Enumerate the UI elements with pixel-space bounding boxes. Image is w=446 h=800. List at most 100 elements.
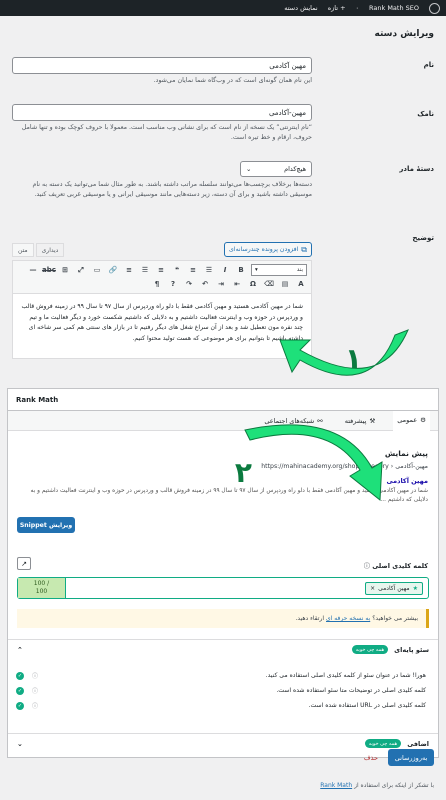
basic-seo-title: سئو پایه‌ای (394, 645, 429, 654)
tab-social[interactable]: ⚯ شبکه‌های اجتماعی (260, 411, 326, 431)
plus-icon: + (340, 4, 346, 12)
basic-seo-badge: همه چی خوبه (351, 645, 389, 654)
delete-link[interactable]: حذف (364, 754, 378, 762)
help-icon[interactable]: ? (167, 278, 179, 290)
remove-icon[interactable]: × (370, 585, 375, 592)
focus-keyword-input[interactable]: ★ مهین آکادمی × 100 / 100 (17, 577, 429, 599)
chevron-down-icon: ⌄ (246, 165, 252, 173)
bold-icon[interactable]: B (235, 264, 247, 276)
focus-keyword-label-text: کلمه کلیدی اصلی (372, 562, 428, 570)
upgrade-notice: بیشتر می خواهید؟ به نسخه حرفه ای ارتقاء … (17, 609, 429, 628)
footer-link[interactable]: Rank Math (320, 782, 352, 789)
align-center-icon[interactable]: ☰ (139, 264, 151, 276)
format-select[interactable]: بند ▾ (251, 264, 307, 276)
redo-icon[interactable]: ↷ (183, 278, 195, 290)
trends-icon[interactable]: ↗ (17, 557, 31, 570)
wordpress-logo-icon[interactable] (429, 2, 440, 14)
check-item: هورا! شما در عنوان سئو از کلمه کلیدی اصل… (16, 671, 426, 680)
tab-general[interactable]: ⚙ عمومی (393, 410, 430, 431)
format-select-value: بند (296, 267, 303, 273)
help-icon[interactable]: ⓘ (32, 701, 38, 710)
link-icon[interactable]: 🔗 (107, 264, 119, 276)
bullet-list-icon[interactable]: ☰ (203, 264, 215, 276)
add-media-button[interactable]: ⧉ افزودن پرونده چندرسانه‌ای (224, 242, 312, 257)
view-category-link[interactable]: نمایش دسته (284, 4, 318, 12)
clear-format-icon[interactable]: ⌫ (263, 278, 275, 290)
tab-advanced[interactable]: ⚒ پیشرفته (341, 411, 380, 431)
outdent-icon[interactable]: ⇤ (231, 278, 243, 290)
editor-content[interactable]: شما در مهین آکادمی هستید و مهین آکادمی ف… (12, 294, 312, 359)
serp-title[interactable]: مهین آکادمی (387, 477, 428, 485)
update-button[interactable]: به‌روزرسانی (388, 749, 434, 766)
toolbar-toggle-icon[interactable]: ⊞ (59, 264, 71, 276)
numbered-list-icon[interactable]: ≡ (187, 264, 199, 276)
preview-title: پیش نمایش (384, 449, 428, 458)
rank-math-header: Rank Math (8, 389, 438, 411)
chevron-down-icon: ▾ (255, 267, 258, 273)
edit-category-page: ویرایش دسته نام مهین آکادمی این نام همان… (0, 16, 446, 800)
admin-bar: Rank Math SEO ۰ + تازه نمایش دسته (0, 0, 446, 16)
check-item: کلمه کلیدی اصلی در URL استفاده شده است. … (16, 701, 426, 710)
page-title: ویرایش دسته (374, 29, 435, 39)
share-icon: ⚯ (317, 416, 323, 425)
basic-seo-section-header[interactable]: سئو پایه‌ای همه چی خوبه ⌃ (8, 639, 438, 659)
site-name-link[interactable]: Rank Math SEO (369, 4, 419, 12)
parent-select-value: هیچ‌کدام (284, 165, 306, 173)
notice-tail: ارتقاء دهید. (295, 615, 325, 622)
seo-score-bottom: 100 (35, 588, 48, 595)
tab-social-label: شبکه‌های اجتماعی (264, 416, 315, 425)
rank-math-title: Rank Math (16, 395, 59, 404)
tab-advanced-label: پیشرفته (344, 416, 367, 425)
new-content-link[interactable]: + تازه (328, 4, 346, 12)
description-editor: ⧉ افزودن پرونده چندرسانه‌ای متن دیداری ب… (12, 226, 312, 359)
special-char-icon[interactable]: Ω (247, 278, 259, 290)
italic-icon[interactable]: I (219, 264, 231, 276)
paste-text-icon[interactable]: ▤ (279, 278, 291, 290)
edit-snippet-button[interactable]: ویرایش Snippet (17, 517, 75, 533)
blockquote-icon[interactable]: ❝ (171, 264, 183, 276)
help-icon[interactable]: ⓘ (32, 686, 38, 695)
tab-visual[interactable]: دیداری (35, 243, 65, 257)
updates-count[interactable]: ۰ (356, 4, 360, 12)
description-label: توضیح (412, 234, 434, 242)
strikethrough-icon[interactable]: abc (42, 264, 56, 276)
toolbox-icon: ⚒ (369, 416, 376, 425)
editor-toolbar: بند ▾ B I ☰ ≡ ❝ ≡ ☰ ≡ 🔗 ▭ ⤢ ⊞ abc — A ▤ … (12, 260, 312, 294)
parent-description: دسته‌ها برخلاف برچسب‌ها می‌توانند سلسله … (32, 181, 312, 198)
more-tag-icon[interactable]: ▭ (91, 264, 103, 276)
focus-keyword-label: کلمه کلیدی اصلی ⓘ (364, 561, 428, 570)
parent-select[interactable]: هیچ‌کدام ⌄ (240, 161, 312, 177)
notice-text: بیشتر می خواهید؟ (372, 615, 418, 622)
check-text: کلمه کلیدی اصلی در توضیحات متا سئو استفا… (276, 687, 426, 694)
horizontal-line-icon[interactable]: — (27, 264, 39, 276)
keyword-chip[interactable]: ★ مهین آکادمی × (365, 582, 423, 595)
slug-description: “نام اینترنتی” یک نسخه از نام است که برا… (21, 124, 312, 141)
slug-input[interactable]: مهین-آکادمی (12, 104, 312, 121)
chevron-down-icon[interactable]: ⌄ (17, 740, 23, 748)
help-icon[interactable]: ⓘ (364, 563, 370, 570)
upgrade-link[interactable]: به نسخه حرفه ای (326, 615, 370, 622)
serp-url: https://mahinacademy.org/shop/category ›… (261, 463, 428, 470)
tab-text[interactable]: متن (12, 243, 34, 257)
rank-math-metabox: Rank Math ⚙ عمومی ⚒ پیشرفته ⚯ شبکه‌های ا… (7, 388, 439, 758)
text-color-icon[interactable]: A (295, 278, 307, 290)
help-icon[interactable]: ⓘ (32, 671, 38, 680)
fullscreen-icon[interactable]: ⤢ (75, 264, 87, 276)
name-input[interactable]: مهین آکادمی (12, 57, 312, 74)
align-left-icon[interactable]: ≡ (123, 264, 135, 276)
star-icon[interactable]: ★ (413, 585, 418, 592)
footer: با تشکر از اینکه برای استفاده از Rank Ma… (320, 782, 434, 789)
additional-title: اضافی (407, 739, 429, 748)
name-description: این نام همان گونه‌ای است که در وب‌گاه شم… (153, 77, 312, 84)
additional-section-header[interactable]: اضافی همه چی خوبه ⌄ (8, 733, 438, 753)
chevron-up-icon[interactable]: ⌃ (17, 646, 23, 654)
name-label: نام (423, 61, 434, 69)
check-item: کلمه کلیدی اصلی در توضیحات متا سئو استفا… (16, 686, 426, 695)
align-right-icon[interactable]: ≡ (155, 264, 167, 276)
rtl-icon[interactable]: ¶ (151, 278, 163, 290)
undo-icon[interactable]: ↶ (199, 278, 211, 290)
indent-icon[interactable]: ⇥ (215, 278, 227, 290)
seo-score-top: 100 / (33, 580, 50, 587)
parent-label: دستهٔ مادر (399, 165, 434, 173)
gear-icon: ⚙ (420, 415, 426, 424)
